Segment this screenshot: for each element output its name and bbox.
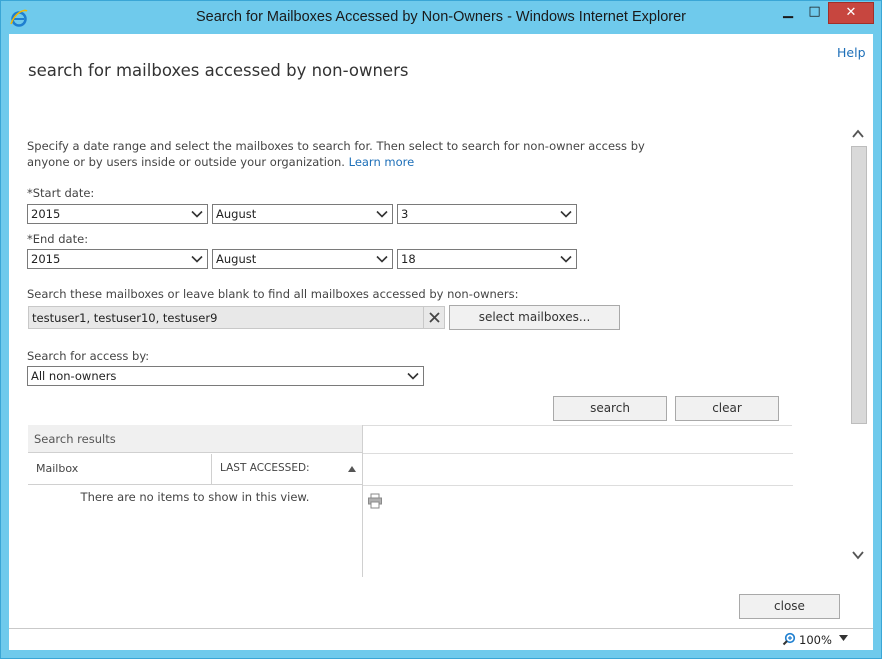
learn-more-link[interactable]: Learn more: [349, 155, 415, 169]
scrollbar-thumb[interactable]: [851, 146, 867, 424]
minimize-button[interactable]: ▁: [775, 2, 801, 24]
mailboxes-field[interactable]: testuser1, testuser10, testuser9: [28, 306, 424, 329]
chevron-down-icon: [376, 210, 388, 218]
start-month-select[interactable]: August: [212, 204, 393, 224]
status-bar: 100%: [9, 628, 873, 650]
end-year-select[interactable]: 2015: [27, 249, 208, 269]
chevron-down-icon: [376, 255, 388, 263]
start-year-value: 2015: [31, 207, 61, 221]
column-mailbox[interactable]: Mailbox: [36, 462, 78, 475]
column-separator: [211, 454, 212, 485]
close-button[interactable]: close: [739, 594, 840, 619]
clear-button[interactable]: clear: [675, 396, 779, 421]
instructions-body: Specify a date range and select the mail…: [27, 139, 645, 169]
results-header: Search results: [28, 425, 362, 453]
chevron-down-icon: [560, 255, 572, 263]
dialog-content: Help search for mailboxes accessed by no…: [9, 34, 873, 628]
start-day-value: 3: [401, 207, 409, 221]
end-month-select[interactable]: August: [212, 249, 393, 269]
browser-window: Search for Mailboxes Accessed by Non-Own…: [0, 0, 882, 659]
access-select[interactable]: All non-owners: [27, 366, 424, 386]
close-icon: [429, 312, 440, 323]
empty-results-message: There are no items to show in this view.: [80, 490, 310, 504]
access-value: All non-owners: [31, 369, 117, 383]
results-top-line: [362, 425, 792, 426]
start-day-select[interactable]: 3: [397, 204, 577, 224]
access-label: Search for access by:: [27, 349, 150, 363]
results-pane-divider: [362, 425, 363, 577]
start-year-select[interactable]: 2015: [27, 204, 208, 224]
title-bar[interactable]: Search for Mailboxes Accessed by Non-Own…: [1, 1, 881, 34]
end-day-value: 18: [401, 252, 416, 266]
print-icon[interactable]: [367, 493, 383, 509]
window-title: Search for Mailboxes Accessed by Non-Own…: [196, 9, 686, 25]
results-header-label: Search results: [34, 432, 116, 446]
search-button[interactable]: search: [553, 396, 667, 421]
chevron-down-icon[interactable]: [839, 635, 848, 641]
end-month-value: August: [216, 252, 257, 266]
end-date-label: *End date:: [27, 232, 89, 246]
column-last-accessed[interactable]: LAST ACCESSED:: [220, 462, 310, 474]
details-row-line: [363, 485, 793, 486]
maximize-icon: □: [808, 4, 821, 19]
zoom-level[interactable]: 100%: [799, 633, 832, 647]
clear-mailboxes-button[interactable]: [424, 306, 445, 329]
results-column-header-row: Mailbox LAST ACCESSED:: [28, 454, 362, 485]
mailboxes-value: testuser1, testuser10, testuser9: [32, 311, 218, 325]
maximize-button[interactable]: □: [801, 2, 828, 24]
end-year-value: 2015: [31, 252, 61, 266]
chevron-down-icon: [560, 210, 572, 218]
instructions-text: Specify a date range and select the mail…: [27, 138, 647, 170]
chevron-down-icon: [191, 210, 203, 218]
select-mailboxes-button[interactable]: select mailboxes...: [449, 305, 620, 330]
mailboxes-label: Search these mailboxes or leave blank to…: [27, 287, 519, 301]
end-day-select[interactable]: 18: [397, 249, 577, 269]
zoom-icon[interactable]: [782, 632, 796, 646]
sort-ascending-icon[interactable]: [348, 466, 356, 472]
chevron-up-icon[interactable]: [851, 128, 865, 140]
chevron-down-icon: [191, 255, 203, 263]
chevron-down-icon: [407, 372, 419, 380]
details-divider: [363, 453, 793, 454]
close-icon: ✕: [845, 5, 857, 20]
close-window-button[interactable]: ✕: [828, 2, 874, 24]
start-month-value: August: [216, 207, 257, 221]
help-link[interactable]: Help: [837, 45, 866, 60]
minimize-icon: ▁: [783, 4, 793, 19]
start-date-label: *Start date:: [27, 186, 95, 200]
chevron-down-icon[interactable]: [851, 549, 865, 561]
page-title: search for mailboxes accessed by non-own…: [28, 61, 409, 80]
